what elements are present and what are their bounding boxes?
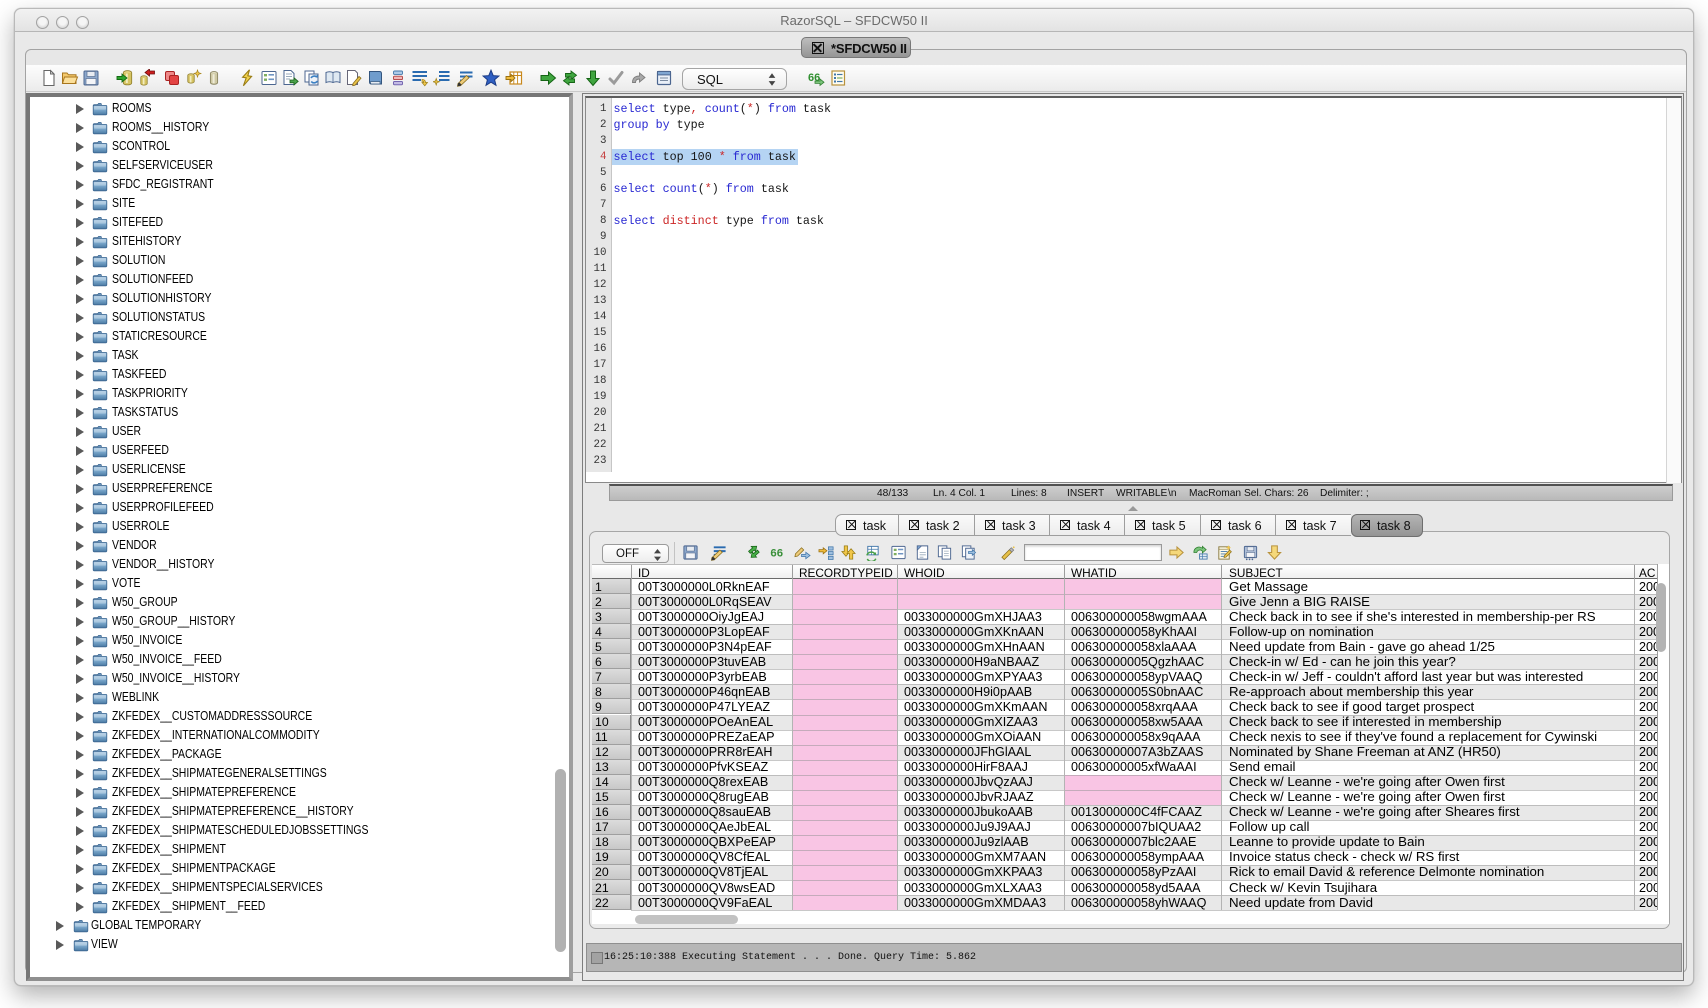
svg-text:66: 66 [770, 547, 783, 559]
